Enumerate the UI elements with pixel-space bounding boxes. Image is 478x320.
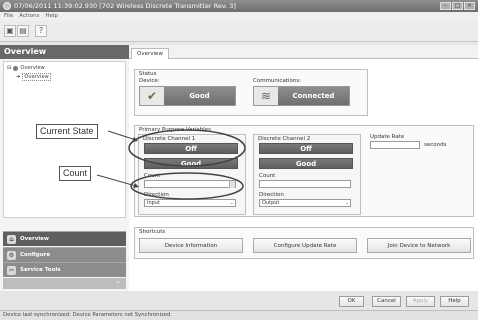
arrow-right-icon: ➔ (16, 74, 21, 80)
channel-2-direction-select[interactable]: Output ⌄ (259, 199, 351, 207)
channel-2-title: Discrete Channel 2 (258, 136, 311, 142)
communications-status: ≋ Connected (253, 86, 350, 106)
channel-2-direction-label: Direction (259, 192, 284, 198)
shortcuts-title: Shortcuts (139, 229, 166, 235)
device-status: ✔ Good (139, 86, 236, 106)
nav-service-tools-label: Service Tools (20, 267, 61, 273)
nav-configure[interactable]: ⚙ Configure (3, 247, 126, 262)
device-information-button[interactable]: Device Information (139, 238, 243, 253)
window-title: 07/06/2011 11:39:02.930 [702 Wireless Di… (14, 2, 236, 10)
close-button[interactable]: × (464, 2, 475, 10)
primary-variables-group: Primary Purpose Variables Discrete Chann… (134, 125, 474, 217)
maximize-button[interactable]: □ (452, 2, 463, 10)
tab-overview[interactable]: Overview (131, 48, 169, 59)
menu-help[interactable]: Help (45, 12, 58, 21)
nav-overview-label: Overview (20, 236, 49, 242)
join-device-to-network-button[interactable]: Join Device to Network (367, 238, 471, 253)
spinner-icon[interactable] (229, 181, 235, 188)
update-rate-units: seconds (424, 142, 447, 148)
menu-actions[interactable]: Actions (19, 12, 39, 21)
channel-1-direction-select[interactable]: Input ⌄ (144, 199, 236, 207)
primary-variables-title: Primary Purpose Variables (139, 127, 211, 133)
channel-1-count-field[interactable] (144, 180, 236, 188)
app-icon (3, 2, 11, 10)
channel-1-group: Discrete Channel 1 Off Good Count Direct… (138, 134, 246, 215)
channel-2-count-label: Count (259, 173, 276, 179)
channel-2-direction-value: Output (262, 200, 280, 206)
device-tree-icon (13, 65, 19, 71)
update-rate-field[interactable] (370, 141, 420, 149)
channel-2-count-field[interactable] (259, 180, 351, 188)
current-state-callout: Current State (36, 124, 98, 139)
menu-file[interactable]: File (4, 12, 13, 21)
tree-item-overview[interactable]: ➔ Overview (16, 73, 51, 81)
tools-icon: ✂ (7, 265, 16, 275)
communications-label: Communications: (253, 78, 302, 84)
channel-1-direction-label: Direction (144, 192, 169, 198)
configure-icon: ⚙ (7, 250, 16, 260)
chevron-down-icon: ⌄ (229, 200, 234, 206)
count-callout: Count (59, 166, 92, 181)
tab-strip: Overview (129, 45, 478, 59)
main-panel: Overview Status Device: ✔ Good Communica… (129, 45, 478, 291)
save-icon[interactable]: ▣ (4, 25, 16, 37)
status-group: Status Device: ✔ Good Communications: ≋ … (134, 69, 368, 116)
minimize-button[interactable]: - (440, 2, 451, 10)
tree-item-root[interactable]: ⊟ Overview (7, 65, 45, 71)
checkmark-icon: ✔ (140, 87, 164, 105)
device-label: Device: (139, 78, 160, 84)
channel-2-quality: Good (259, 158, 353, 169)
channel-2-state: Off (259, 143, 353, 154)
menu-bar: File Actions Help (0, 12, 478, 21)
title-bar: 07/06/2011 11:39:02.930 [702 Wireless Di… (0, 0, 478, 12)
configure-update-rate-button[interactable]: Configure Update Rate (253, 238, 357, 253)
channel-1-state: Off (144, 143, 238, 154)
channel-1-count-label: Count (144, 173, 161, 179)
channel-2-group: Discrete Channel 2 Off Good Count Direct… (253, 134, 361, 215)
shortcuts-group: Shortcuts Device Information Configure U… (134, 227, 474, 259)
tree-item-label: Overview (22, 73, 51, 81)
help-icon[interactable]: ? (35, 25, 47, 37)
status-bar: Device last synchronized: Device Paramet… (0, 310, 478, 320)
navigation-tree: ⊟ Overview ➔ Overview (3, 61, 126, 218)
chevron-down-icon: ⌄ (344, 200, 349, 206)
device-icon[interactable]: ▤ (17, 25, 29, 37)
cancel-button[interactable]: Cancel (372, 296, 401, 307)
communications-status-value: Connected (278, 87, 349, 105)
tree-expander-icon[interactable]: ⊟ (7, 65, 11, 71)
home-icon: ⌂ (7, 234, 16, 244)
wireless-icon: ≋ (254, 87, 278, 105)
channel-1-direction-value: Input (147, 200, 160, 206)
status-group-title: Status (139, 71, 157, 77)
left-panel-header: Overview (0, 45, 129, 59)
channel-1-quality: Good (144, 158, 238, 169)
channel-1-title: Discrete Channel 1 (143, 136, 196, 142)
nav-overview[interactable]: ⌂ Overview (3, 231, 126, 246)
nav-collapse-bar[interactable]: » (3, 278, 126, 289)
ok-button[interactable]: OK (339, 296, 364, 307)
nav-configure-label: Configure (20, 252, 51, 258)
toolbar: ▣ ▤ ? (0, 21, 478, 42)
update-rate-label: Update Rate (370, 134, 405, 140)
chevron-double-icon: » (116, 279, 120, 286)
device-status-value: Good (164, 87, 235, 105)
nav-service-tools[interactable]: ✂ Service Tools (3, 262, 126, 277)
apply-button[interactable]: Apply (406, 296, 435, 307)
help-button[interactable]: Help (440, 296, 469, 307)
window-controls: - □ × (440, 2, 475, 10)
application-window: 07/06/2011 11:39:02.930 [702 Wireless Di… (0, 0, 478, 320)
tree-item-label: Overview (20, 65, 45, 71)
